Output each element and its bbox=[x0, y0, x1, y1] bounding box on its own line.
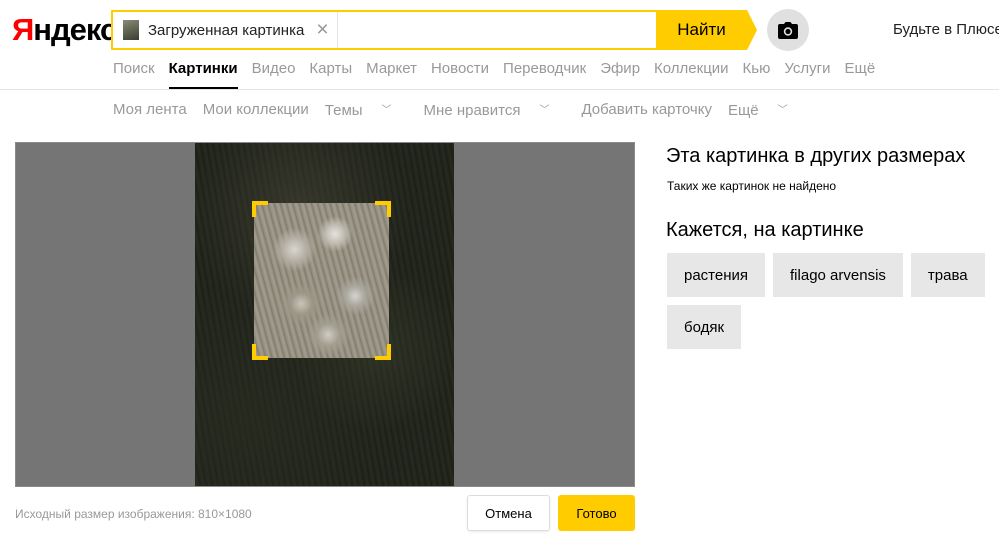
service-uslugi[interactable]: Услуги bbox=[784, 60, 830, 77]
tag-list: растения filago arvensis трава бодяк bbox=[667, 253, 999, 357]
other-sizes-title: Эта картинка в других размерах bbox=[666, 145, 966, 167]
service-q[interactable]: Кью bbox=[743, 60, 771, 77]
tags-title: Кажется, на картинке bbox=[666, 219, 864, 241]
subnav-liked-label: Мне нравится bbox=[423, 102, 521, 119]
subnav-themes[interactable]: Темы ﹀ bbox=[325, 101, 408, 119]
subnav-add-card[interactable]: Добавить карточку bbox=[581, 101, 711, 119]
images-subnav: Моя лента Мои коллекции Темы ﹀ Мне нравит… bbox=[113, 101, 820, 119]
tag-item[interactable]: бодяк bbox=[667, 305, 742, 349]
crop-handle-top-left[interactable] bbox=[252, 201, 268, 217]
subnav-more-label: Ещё bbox=[727, 102, 759, 119]
service-maps[interactable]: Карты bbox=[309, 60, 352, 77]
subnav-more[interactable]: Ещё ﹀ bbox=[728, 101, 804, 119]
crop-handle-top-right[interactable] bbox=[375, 201, 391, 217]
service-images[interactable]: Картинки bbox=[168, 60, 238, 89]
chevron-down-icon: ﹀ bbox=[381, 105, 392, 116]
tag-item[interactable]: трава bbox=[910, 253, 985, 297]
subnav-themes-label: Темы bbox=[324, 102, 363, 119]
logo-first-letter: Я bbox=[12, 12, 34, 47]
search-bar: Загруженная картинка × Найти bbox=[111, 10, 757, 50]
camera-search-button[interactable] bbox=[767, 9, 809, 51]
tag-item[interactable]: filago arvensis bbox=[773, 253, 903, 297]
plus-link[interactable]: Будьте в Плюсе bbox=[893, 21, 999, 38]
close-icon[interactable]: × bbox=[316, 19, 328, 40]
crop-handle-bottom-left[interactable] bbox=[252, 344, 268, 360]
chevron-down-icon: ﹀ bbox=[539, 105, 550, 116]
image-thumbnail bbox=[123, 20, 139, 40]
original-size-text: Исходный размер изображения: 810×1080 bbox=[15, 507, 252, 521]
camera-icon bbox=[778, 21, 798, 39]
service-video[interactable]: Видео bbox=[252, 60, 296, 77]
done-button[interactable]: Готово bbox=[558, 495, 635, 531]
tag-item[interactable]: растения bbox=[667, 253, 766, 297]
service-efir[interactable]: Эфир bbox=[600, 60, 640, 77]
chevron-down-icon: ﹀ bbox=[777, 105, 788, 116]
service-search[interactable]: Поиск bbox=[113, 60, 155, 77]
crop-selection[interactable] bbox=[252, 201, 391, 360]
service-market[interactable]: Маркет bbox=[366, 60, 417, 77]
find-button[interactable]: Найти bbox=[656, 10, 757, 50]
service-translator[interactable]: Переводчик bbox=[503, 60, 586, 77]
cancel-button[interactable]: Отмена bbox=[467, 495, 550, 531]
service-news[interactable]: Новости bbox=[431, 60, 489, 77]
search-text-area[interactable] bbox=[338, 12, 656, 48]
uploaded-image-label: Загруженная картинка bbox=[148, 21, 305, 39]
image-crop-viewer bbox=[15, 142, 635, 487]
logo-rest: ндекс bbox=[33, 12, 117, 47]
search-input[interactable]: Загруженная картинка × bbox=[111, 10, 656, 50]
crop-handle-bottom-right[interactable] bbox=[375, 344, 391, 360]
service-collections[interactable]: Коллекции bbox=[654, 60, 729, 77]
header-divider bbox=[0, 89, 999, 90]
other-sizes-note: Таких же картинок не найдено bbox=[667, 179, 837, 193]
subnav-my-collections[interactable]: Мои коллекции bbox=[203, 101, 309, 119]
service-more[interactable]: Ещё bbox=[845, 60, 876, 77]
uploaded-image-chip[interactable]: Загруженная картинка × bbox=[113, 12, 338, 48]
subnav-liked[interactable]: Мне нравится ﹀ bbox=[424, 101, 566, 119]
yandex-logo[interactable]: Яндекс bbox=[12, 12, 117, 48]
services-nav: Поиск Картинки Видео Карты Маркет Новост… bbox=[113, 60, 889, 89]
subnav-my-feed[interactable]: Моя лента bbox=[113, 101, 187, 119]
